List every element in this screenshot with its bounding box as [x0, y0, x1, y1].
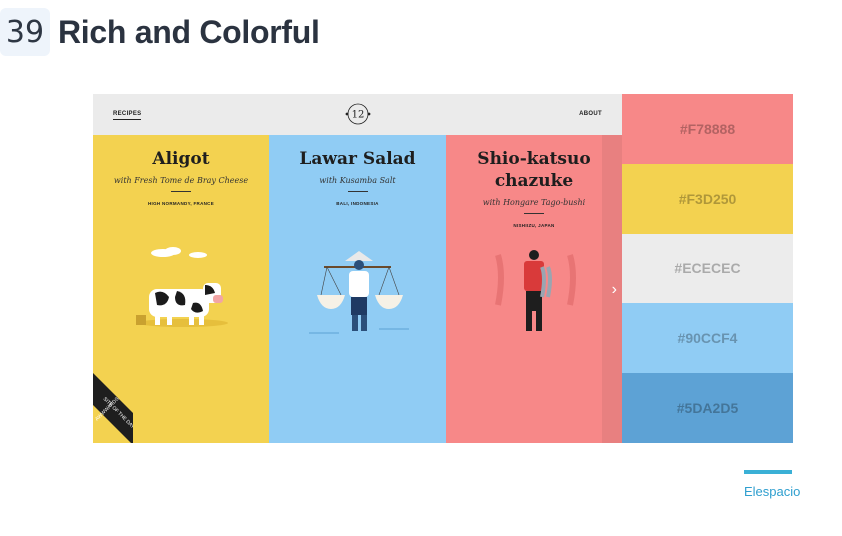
- color-palette: #F78888 #F3D250 #ECECEC #90CCF4 #5DA2D5: [622, 94, 793, 443]
- dish-card-shio-katsuo[interactable]: Shio-katsuo chazuke with Hongare Tago-bu…: [446, 135, 622, 443]
- palette-swatch: #F78888: [622, 94, 793, 164]
- palette-swatch: #5DA2D5: [622, 373, 793, 443]
- dish-subtitle: with Hongare Tago-bushi: [482, 198, 586, 207]
- logo-text: 12: [352, 110, 365, 121]
- palette-swatch: #90CCF4: [622, 303, 793, 374]
- divider: [524, 213, 544, 214]
- dish-title: Lawar Salad: [299, 149, 416, 169]
- credit-accent-bar: [744, 470, 792, 474]
- fisherman-illustration: [495, 250, 576, 331]
- website-screenshot: RECIPES 12 ABOUT Aligot with Fresh Tome …: [93, 94, 793, 443]
- palette-swatch: #F3D250: [622, 163, 793, 234]
- credit-link[interactable]: Elespacio: [744, 484, 800, 499]
- item-number-badge: 39: [0, 8, 50, 56]
- dish-title-line: chazuke: [494, 171, 574, 191]
- nav-recipes-link[interactable]: RECIPES: [113, 111, 142, 120]
- dish-card-aligot[interactable]: Aligot with Fresh Tome de Bray Cheese HI…: [93, 135, 269, 443]
- section-title: Rich and Colorful: [58, 13, 320, 50]
- dish-card-lawar-salad[interactable]: Lawar Salad with Kusamba Salt BALI, INDO…: [269, 135, 446, 443]
- cow-illustration: [136, 247, 228, 327]
- dish-subtitle: with Kusamba Salt: [319, 176, 396, 185]
- salt-carrier-illustration: [309, 251, 409, 334]
- palette-swatch: #ECECEC: [622, 233, 793, 304]
- dish-location: BALI, INDONESIA: [336, 201, 379, 206]
- logo-emblem-icon: 12: [345, 103, 371, 125]
- site-topbar: RECIPES 12 ABOUT: [93, 94, 622, 135]
- divider: [347, 191, 368, 192]
- dish-title-multiline: Shio-katsuo chazuke: [446, 148, 622, 192]
- website-preview[interactable]: RECIPES 12 ABOUT Aligot with Fresh Tome …: [93, 94, 622, 443]
- dish-columns: Aligot with Fresh Tome de Bray Cheese HI…: [93, 135, 622, 443]
- dish-subtitle: with Fresh Tome de Bray Cheese: [113, 176, 249, 185]
- dish-title: Aligot: [152, 149, 210, 169]
- chevron-right-icon[interactable]: ›: [612, 281, 617, 299]
- dish-location: HIGH NORMANDY, FRANCE: [147, 201, 215, 206]
- divider: [171, 191, 191, 192]
- awards-ribbon[interactable]: SITE OF THE DAY AWWWARDS: [93, 365, 133, 443]
- dish-title-line: Shio-katsuo: [477, 149, 591, 169]
- site-logo[interactable]: 12: [344, 101, 372, 127]
- dish-location: NISHIIZU, JAPAN: [513, 223, 555, 228]
- nav-about-link[interactable]: ABOUT: [579, 111, 602, 117]
- section-header: 39 Rich and Colorful: [0, 8, 320, 56]
